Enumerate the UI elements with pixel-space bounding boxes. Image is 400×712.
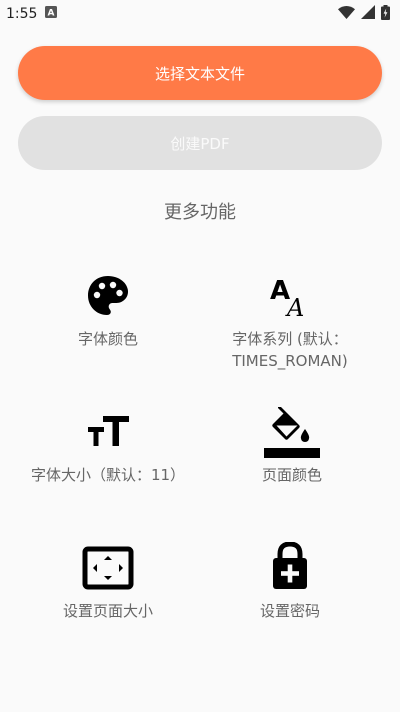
status-time: 1:55 bbox=[6, 6, 38, 22]
page-color-label: 页面颜色 bbox=[261, 466, 322, 484]
a-box-icon: A bbox=[45, 6, 58, 22]
signal-icon bbox=[361, 5, 375, 23]
font-size-option[interactable]: 字体大小（默认：11） bbox=[8, 410, 208, 486]
paint-bucket-icon bbox=[264, 407, 320, 458]
status-bar: 1:55 A bbox=[0, 0, 400, 28]
page-size-option[interactable]: 设置页面大小 bbox=[8, 546, 208, 622]
palette-icon bbox=[88, 276, 128, 315]
status-left: 1:55 A bbox=[6, 6, 58, 22]
svg-text:A: A bbox=[48, 9, 55, 19]
select-text-file-label: 选择文本文件 bbox=[154, 64, 245, 83]
page-color-option[interactable]: 页面颜色 bbox=[192, 404, 392, 486]
svg-text:A: A bbox=[285, 294, 304, 318]
create-pdf-button[interactable]: 创建PDF bbox=[18, 116, 382, 170]
set-password-option[interactable]: 设置密码 bbox=[190, 542, 390, 622]
font-color-label: 字体颜色 bbox=[77, 330, 138, 348]
battery-charging-icon bbox=[381, 4, 390, 24]
page-size-icon bbox=[82, 546, 134, 590]
set-password-label: 设置密码 bbox=[259, 602, 320, 620]
wifi-icon bbox=[338, 5, 355, 23]
select-text-file-button[interactable]: 选择文本文件 bbox=[18, 46, 382, 100]
font-size-label: 字体大小（默认：11） bbox=[30, 466, 186, 484]
font-family-icon: A A bbox=[270, 276, 304, 318]
status-right bbox=[338, 4, 390, 24]
page-size-label: 设置页面大小 bbox=[62, 602, 153, 620]
text-size-icon bbox=[88, 416, 129, 446]
create-pdf-label: 创建PDF bbox=[170, 134, 230, 153]
font-color-option[interactable]: 字体颜色 bbox=[8, 274, 208, 350]
more-features-title: 更多功能 bbox=[164, 202, 236, 223]
lock-add-icon bbox=[273, 542, 307, 589]
font-family-label: 字体系列 (默认：TIMES_ROMAN) bbox=[232, 330, 348, 370]
font-family-option[interactable]: A A 字体系列 (默认：TIMES_ROMAN) bbox=[190, 274, 390, 372]
